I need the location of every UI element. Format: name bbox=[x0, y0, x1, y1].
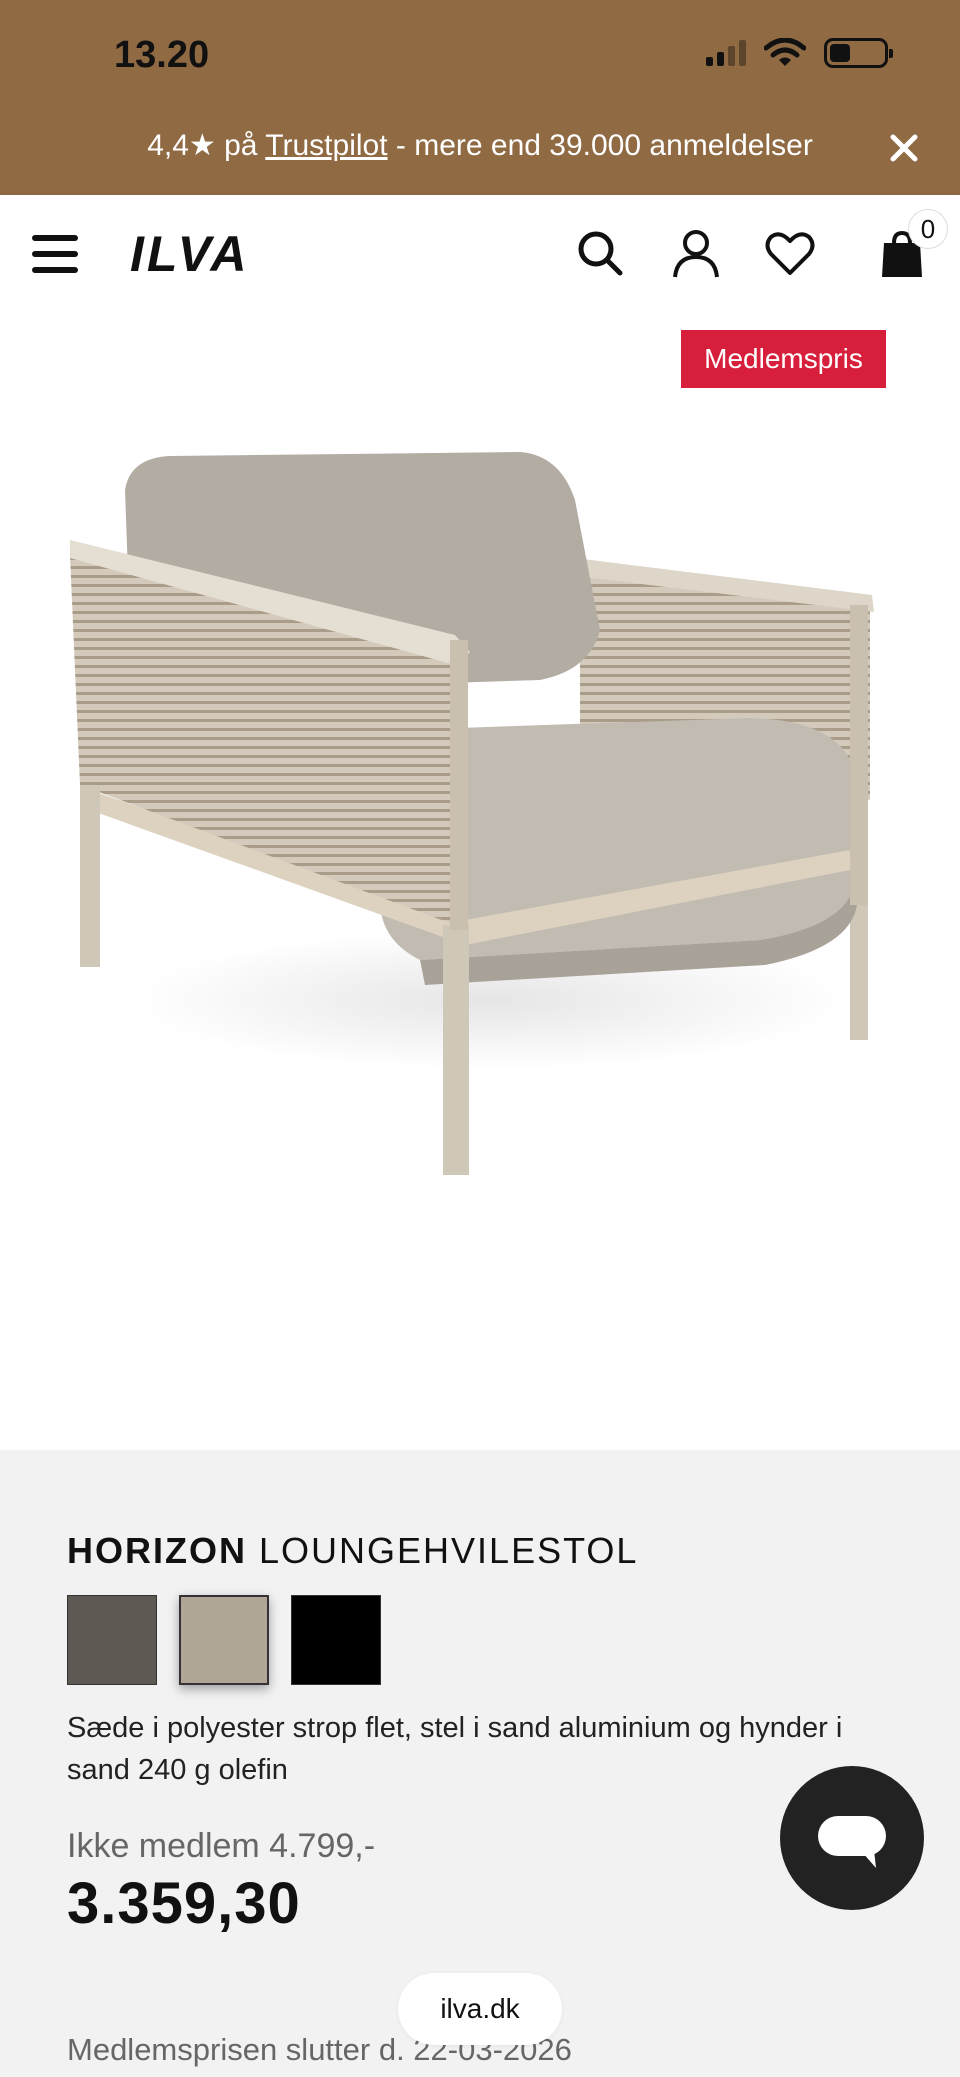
product-gallery: Medlemspris bbox=[0, 310, 960, 1693]
promo-rating: 4,4★ på bbox=[147, 129, 266, 162]
cart-count-badge: 0 bbox=[908, 209, 948, 249]
site-header: ILVA bbox=[0, 195, 960, 310]
member-price: 3.359,30 bbox=[67, 1871, 301, 1936]
close-icon[interactable] bbox=[886, 130, 922, 166]
product-title: HORIZON LOUNGEHVILESTOL bbox=[67, 1530, 638, 1572]
wifi-icon bbox=[764, 38, 806, 66]
product-description: Sæde i polyester strop flet, stel i sand… bbox=[67, 1712, 843, 1786]
search-icon[interactable] bbox=[572, 225, 628, 281]
status-time: 13.20 bbox=[114, 34, 210, 76]
browser-url-bar[interactable]: ilva.dk bbox=[398, 1973, 562, 2045]
product-name-bold: HORIZON bbox=[67, 1530, 247, 1571]
swatch-black[interactable] bbox=[291, 1595, 381, 1685]
non-member-price: Ikke medlem 4.799,- bbox=[67, 1827, 376, 1865]
promo-text: - mere end 39.000 anmeldelser bbox=[387, 129, 813, 162]
status-icons bbox=[706, 38, 893, 68]
menu-icon[interactable] bbox=[32, 235, 78, 273]
product-name-rest: LOUNGEHVILESTOL bbox=[247, 1530, 639, 1571]
signal-icon bbox=[706, 40, 746, 66]
logo[interactable]: ILVA bbox=[130, 225, 249, 283]
battery-icon bbox=[824, 38, 893, 68]
color-swatches bbox=[67, 1595, 381, 1685]
chat-button[interactable] bbox=[780, 1766, 924, 1910]
trustpilot-link[interactable]: Trustpilot bbox=[265, 129, 387, 162]
account-icon[interactable] bbox=[668, 225, 724, 281]
heart-icon[interactable] bbox=[762, 225, 818, 281]
swatch-dark-grey[interactable] bbox=[67, 1595, 157, 1685]
chat-icon bbox=[818, 1816, 886, 1868]
top-banner: 13.20 4,4★ på Trustpilot - mere end 39.0… bbox=[0, 0, 960, 195]
product-image[interactable] bbox=[60, 380, 900, 1360]
swatch-sand[interactable] bbox=[179, 1595, 269, 1685]
trustpilot-banner: 4,4★ på Trustpilot - mere end 39.000 anm… bbox=[0, 128, 960, 163]
